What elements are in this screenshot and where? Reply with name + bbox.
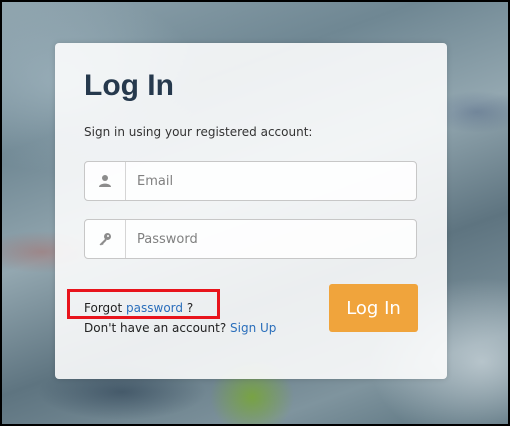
password-input[interactable] — [126, 230, 409, 248]
signup-line: Don't have an account? Sign Up — [84, 321, 276, 335]
signup-link[interactable]: Sign Up — [230, 321, 276, 335]
page-title: Log In — [84, 69, 174, 102]
background-photo: Log In Sign in using your registered acc… — [0, 0, 510, 426]
email-input[interactable] — [126, 172, 409, 190]
login-button[interactable]: Log In — [329, 284, 418, 332]
email-field[interactable] — [84, 161, 417, 201]
password-field[interactable] — [84, 219, 417, 259]
signup-prefix: Don't have an account? — [84, 321, 231, 335]
highlight-box — [67, 289, 220, 319]
user-icon — [85, 162, 126, 200]
login-card: Log In Sign in using your registered acc… — [55, 43, 447, 379]
login-subtitle: Sign in using your registered account: — [84, 125, 313, 139]
key-icon — [85, 220, 126, 258]
